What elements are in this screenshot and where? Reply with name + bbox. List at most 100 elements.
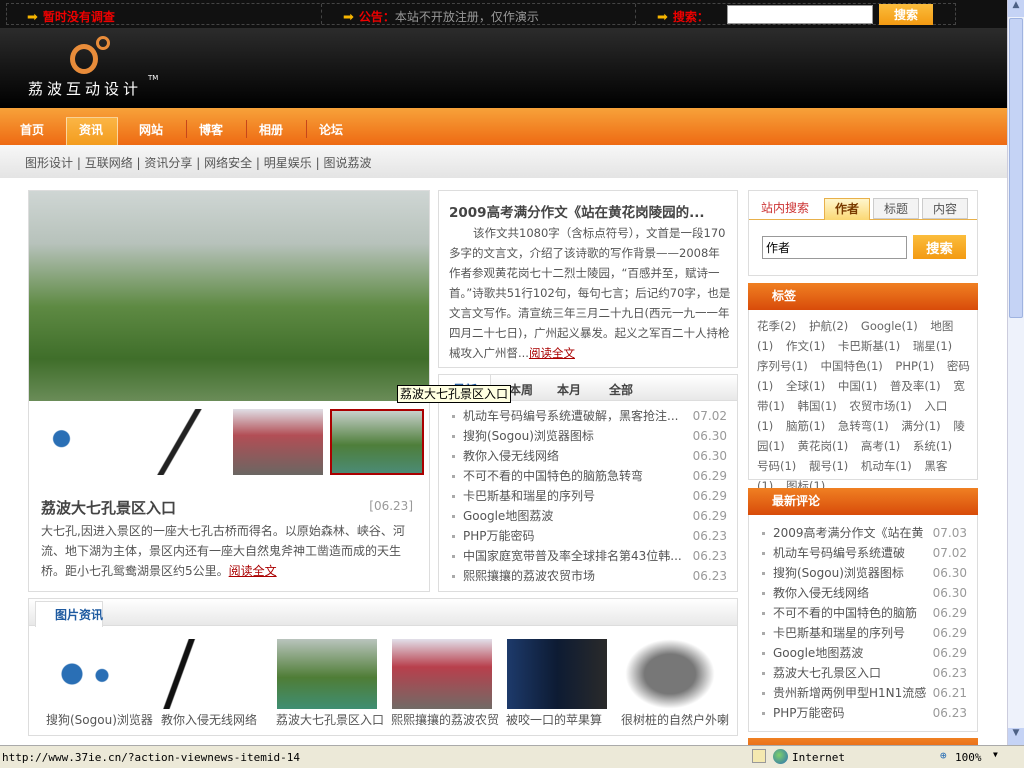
scroll-down-icon[interactable]: ▼ [1008,728,1024,745]
list-item[interactable]: 教你入侵无线网络 06.30 [439,446,737,466]
list-item[interactable]: 中国家庭宽带普及率全球排名第43位韩... 06.23 [439,546,737,566]
nav-sites[interactable]: 网站 [139,121,163,138]
photo-caption[interactable]: 荔波大七孔景区入口 [276,711,394,728]
list-item[interactable]: 不可不看的中国特色的脑筋急转弯 06.29 [439,466,737,486]
zoom-icon[interactable]: ⊕ [940,749,947,762]
photo-caption[interactable]: 搜狗(Sogou)浏览器 [46,711,164,728]
thumb[interactable] [137,409,227,475]
list-item[interactable]: Google地图荔波 06.29 [749,643,977,663]
item-title[interactable]: 熙熙攘攘的荔波农贸市场 [463,569,595,583]
photo-caption[interactable]: 教你入侵无线网络 [161,711,279,728]
scroll-thumb[interactable] [1009,18,1023,318]
tag-link[interactable]: 普及率(1) [890,379,941,393]
photo-caption[interactable]: 熙熙攘攘的荔波农贸 [391,711,509,728]
tag-link[interactable]: 瑞星(1) [913,339,952,353]
subnav-item[interactable]: 明星娱乐 [264,156,312,170]
item-title[interactable]: 贵州新增两例甲型H1N1流感 [773,686,926,700]
list-item[interactable]: 贵州新增两例甲型H1N1流感 06.21 [749,683,977,703]
item-title[interactable]: 卡巴斯基和瑞星的序列号 [463,489,595,503]
item-title[interactable]: 2009高考满分作文《站在黄 [773,526,924,540]
tag-link[interactable]: 卡巴斯基(1) [838,339,900,353]
logo[interactable]: 荔波互动设计 TM [28,36,168,98]
photo-thumb[interactable] [625,639,715,709]
list-item[interactable]: 卡巴斯基和瑞星的序列号 06.29 [749,623,977,643]
tag-link[interactable]: 急转弯(1) [838,419,889,433]
tag-link[interactable]: 韩国(1) [797,399,836,413]
subnav-item[interactable]: 网络安全 [204,156,252,170]
headline-title[interactable]: 2009高考满分作文《站在黄花岗陵园的... [449,201,704,221]
tag-link[interactable]: 中国特色(1) [820,359,882,373]
photo-thumb[interactable] [163,639,263,709]
list-item[interactable]: 搜狗(Sogou)浏览器图标 06.30 [439,426,737,446]
tag-link[interactable]: 满分(1) [901,419,940,433]
list-item[interactable]: 熙熙攘攘的荔波农贸市场 06.23 [439,566,737,586]
thumb[interactable] [233,409,323,475]
tab-week[interactable]: 本周 [509,381,533,398]
list-item[interactable]: 2009高考满分作文《站在黄 07.03 [749,523,977,543]
subnav-item[interactable]: 资讯分享 [144,156,192,170]
tag-link[interactable]: 护航(2) [809,319,848,333]
list-item[interactable]: PHP万能密码 06.23 [439,526,737,546]
item-title[interactable]: 机动车号码编号系统遭破解，黑客抢注... [463,409,678,423]
scrollbar[interactable]: ▲ ▼ [1007,0,1024,745]
nav-news[interactable]: 资讯 [79,121,103,138]
tab-all[interactable]: 全部 [609,381,633,398]
list-item[interactable]: 荔波大七孔景区入口 06.23 [749,663,977,683]
tag-link[interactable]: 作文(1) [786,339,825,353]
photo-thumb[interactable] [47,639,147,709]
tag-link[interactable]: 靓号(1) [809,459,848,473]
top-search-button[interactable]: 搜索 [879,4,933,25]
thumb-selected[interactable] [330,409,424,475]
list-item[interactable]: 卡巴斯基和瑞星的序列号 06.29 [439,486,737,506]
search-tab-author[interactable]: 作者 [824,198,870,220]
read-more-link[interactable]: 阅读全文 [229,564,277,578]
item-title[interactable]: 搜狗(Sogou)浏览器图标 [463,429,594,443]
item-title[interactable]: 荔波大七孔景区入口 [773,666,881,680]
tag-link[interactable]: Google(1) [861,319,918,333]
item-title[interactable]: 卡巴斯基和瑞星的序列号 [773,626,905,640]
list-item[interactable]: 机动车号码编号系统遭破解，黑客抢注... 07.02 [439,406,737,426]
tag-link[interactable]: PHP(1) [895,359,934,373]
item-title[interactable]: Google地图荔波 [773,646,863,660]
nav-album[interactable]: 相册 [259,121,283,138]
photo-thumb[interactable] [277,639,377,709]
subnav-item[interactable]: 互联网络 [85,156,133,170]
item-title[interactable]: 中国家庭宽带普及率全球排名第43位韩... [463,549,682,563]
item-title[interactable]: 不可不看的中国特色的脑筋 [773,606,917,620]
poll-text[interactable]: 暂时没有调查 [43,10,115,24]
list-item[interactable]: 不可不看的中国特色的脑筋 06.29 [749,603,977,623]
site-search-button[interactable]: 搜索 [913,235,966,259]
nav-home[interactable]: 首页 [20,121,44,138]
read-more-link[interactable]: 阅读全文 [529,346,575,360]
photo-thumb[interactable] [507,639,607,709]
photo-thumb[interactable] [392,639,492,709]
item-title[interactable]: Google地图荔波 [463,509,553,523]
tag-link[interactable]: 中国(1) [838,379,877,393]
tab-month[interactable]: 本月 [557,381,581,398]
zoom-level[interactable]: 100% [955,751,982,764]
subnav-item[interactable]: 图形设计 [25,156,73,170]
item-title[interactable]: 机动车号码编号系统遭破 [773,546,905,560]
list-item[interactable]: 教你入侵无线网络 06.30 [749,583,977,603]
list-item[interactable]: 搜狗(Sogou)浏览器图标 06.30 [749,563,977,583]
feature-title[interactable]: 荔波大七孔景区入口 [41,497,176,518]
list-item[interactable]: PHP万能密码 06.23 [749,703,977,723]
tag-link[interactable]: 农贸市场(1) [849,399,911,413]
tag-link[interactable]: 系统(1) [913,439,952,453]
tag-link[interactable]: 序列号(1) [757,359,808,373]
photo-news-tab[interactable]: 图片资讯 [55,606,103,623]
list-item[interactable]: 机动车号码编号系统遭破 07.02 [749,543,977,563]
feature-image[interactable] [29,191,429,401]
tag-link[interactable]: 花季(2) [757,319,796,333]
photo-caption[interactable]: 很树桩的自然户外喇 [621,711,739,728]
thumb[interactable] [39,409,129,475]
item-title[interactable]: 搜狗(Sogou)浏览器图标 [773,566,904,580]
search-tab-content[interactable]: 内容 [922,198,968,219]
item-title[interactable]: PHP万能密码 [463,529,535,543]
tag-link[interactable]: 机动车(1) [861,459,912,473]
site-search-input[interactable] [762,236,907,259]
photo-caption[interactable]: 被咬一口的苹果算 [506,711,624,728]
item-title[interactable]: PHP万能密码 [773,706,845,720]
tag-link[interactable]: 黄花岗(1) [797,439,848,453]
subnav-item[interactable]: 图说荔波 [323,156,371,170]
